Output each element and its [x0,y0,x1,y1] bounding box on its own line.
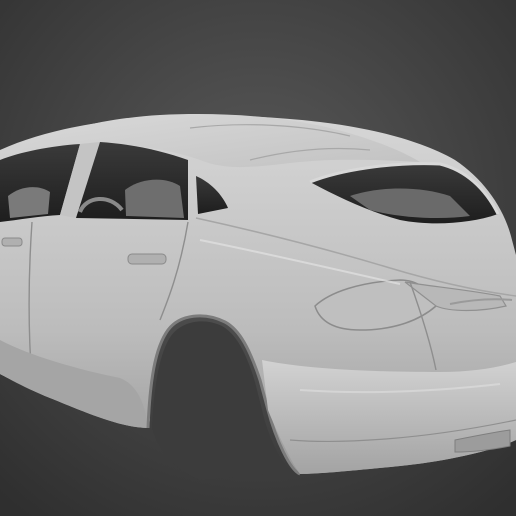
viewport-canvas[interactable] [0,0,516,516]
front-door-handle [1,237,23,247]
rear-door-handle [127,253,167,265]
3d-viewport[interactable] [0,0,516,516]
interior-seat-rear [125,179,184,218]
